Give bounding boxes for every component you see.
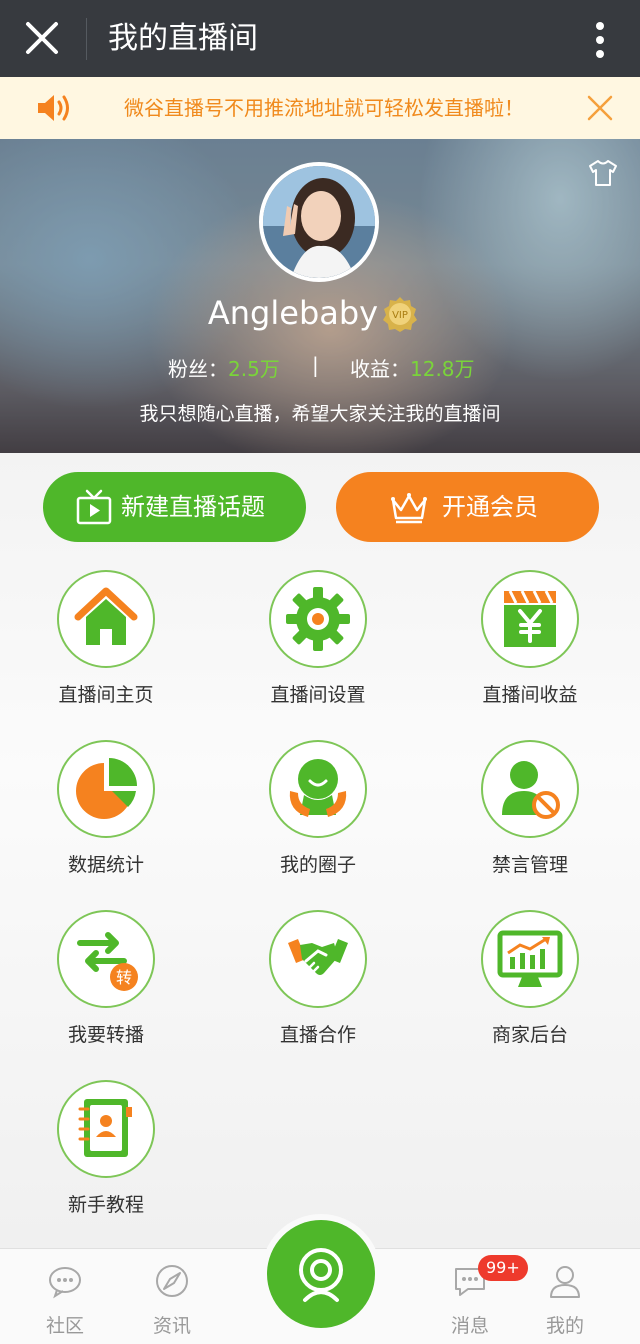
new-topic-button[interactable]: 新建直播话题 <box>43 472 306 542</box>
user-bio: 我只想随心直播，希望大家关注我的直播间 <box>139 403 501 425</box>
nav-mine-label: 我的 <box>545 1315 584 1337</box>
more-menu-icon[interactable] <box>594 20 606 60</box>
grid-item-label: 禁言管理 <box>491 854 568 876</box>
chat-bubble-icon <box>49 1267 81 1299</box>
grid-item-label: 直播间主页 <box>58 684 154 706</box>
messages-badge: 99+ <box>478 1255 528 1281</box>
grid-item-my-circle[interactable]: 我的圈子 <box>212 740 424 900</box>
avatar[interactable] <box>259 162 379 282</box>
grid-item-rebroadcast[interactable]: 转 我要转播 <box>0 910 212 1070</box>
profile-header: Anglebaby VIP 粉丝：2.5万 | 收益：12.8万 我只想随心直播… <box>0 139 640 453</box>
grid-item-label: 我的圈子 <box>279 854 356 876</box>
circle-icon <box>289 759 347 817</box>
vip-badge-icon: VIP <box>383 297 417 332</box>
income-value: 12.8万 <box>410 357 475 381</box>
user-name: Anglebaby <box>207 294 379 332</box>
title-divider <box>86 18 87 60</box>
nav-news[interactable]: 资讯 <box>127 1249 217 1344</box>
open-vip-button[interactable]: 开通会员 <box>336 472 599 542</box>
svg-text:转: 转 <box>116 968 132 987</box>
notice-text: 微谷直播号不用推流地址就可轻松发直播啦！ <box>124 96 524 120</box>
pie-chart-icon <box>76 758 137 819</box>
grid-item-label: 商家后台 <box>491 1024 568 1046</box>
grid-item-statistics[interactable]: 数据统计 <box>0 740 212 900</box>
merchant-chart-icon <box>497 930 563 987</box>
grid-item-live-settings[interactable]: 直播间设置 <box>212 570 424 730</box>
grid-item-label: 数据统计 <box>67 854 144 876</box>
dismiss-notice-icon[interactable] <box>586 94 614 122</box>
nav-messages-label: 消息 <box>450 1315 489 1337</box>
user-stats: 粉丝：2.5万 | 收益：12.8万 <box>0 353 640 385</box>
grid-item-live-income[interactable]: 直播间收益 <box>424 570 636 730</box>
grid-item-label: 直播间设置 <box>270 684 366 706</box>
theme-shirt-icon[interactable] <box>588 159 618 187</box>
crown-icon <box>391 493 427 524</box>
close-icon[interactable] <box>22 18 62 58</box>
fans-value: 2.5万 <box>228 357 280 381</box>
grid-item-label: 直播合作 <box>279 1024 356 1046</box>
user-icon <box>550 1266 580 1298</box>
grid-item-tutorial[interactable]: 新手教程 <box>0 1080 212 1240</box>
fans-stat: 粉丝：2.5万 <box>168 357 280 381</box>
grid-item-label: 新手教程 <box>67 1194 144 1216</box>
nav-mine[interactable]: 我的 <box>520 1249 610 1344</box>
gear-icon <box>286 587 350 651</box>
nav-community-label: 社区 <box>45 1315 84 1337</box>
top-bar: 我的直播间 <box>0 0 640 77</box>
handshake-icon <box>288 939 348 975</box>
grid-item-mute-management[interactable]: 禁言管理 <box>424 740 636 900</box>
speaker-icon <box>38 95 69 121</box>
tutorial-book-icon <box>78 1099 132 1157</box>
rebroadcast-icon: 转 <box>77 932 138 991</box>
stats-separator: | <box>312 353 319 377</box>
mute-user-icon <box>502 761 560 819</box>
nav-news-label: 资讯 <box>152 1315 191 1337</box>
income-stat: 收益：12.8万 <box>350 357 475 381</box>
income-icon <box>504 590 556 647</box>
grid-item-label: 我要转播 <box>67 1024 144 1046</box>
go-live-button[interactable] <box>261 1214 381 1334</box>
grid-item-cooperation[interactable]: 直播合作 <box>212 910 424 1070</box>
svg-text:VIP: VIP <box>392 310 408 321</box>
compass-icon <box>156 1265 188 1297</box>
camera-icon <box>299 1248 343 1302</box>
open-vip-label: 开通会员 <box>442 493 538 521</box>
home-icon <box>74 587 138 645</box>
grid-item-label: 直播间收益 <box>482 684 578 706</box>
notice-banner: 微谷直播号不用推流地址就可轻松发直播啦！ <box>0 77 640 139</box>
page-title: 我的直播间 <box>108 21 258 56</box>
grid-item-merchant[interactable]: 商家后台 <box>424 910 636 1070</box>
tv-play-icon <box>76 489 112 525</box>
grid-item-live-home[interactable]: 直播间主页 <box>0 570 212 730</box>
nav-community[interactable]: 社区 <box>20 1249 110 1344</box>
new-topic-label: 新建直播话题 <box>121 493 265 521</box>
